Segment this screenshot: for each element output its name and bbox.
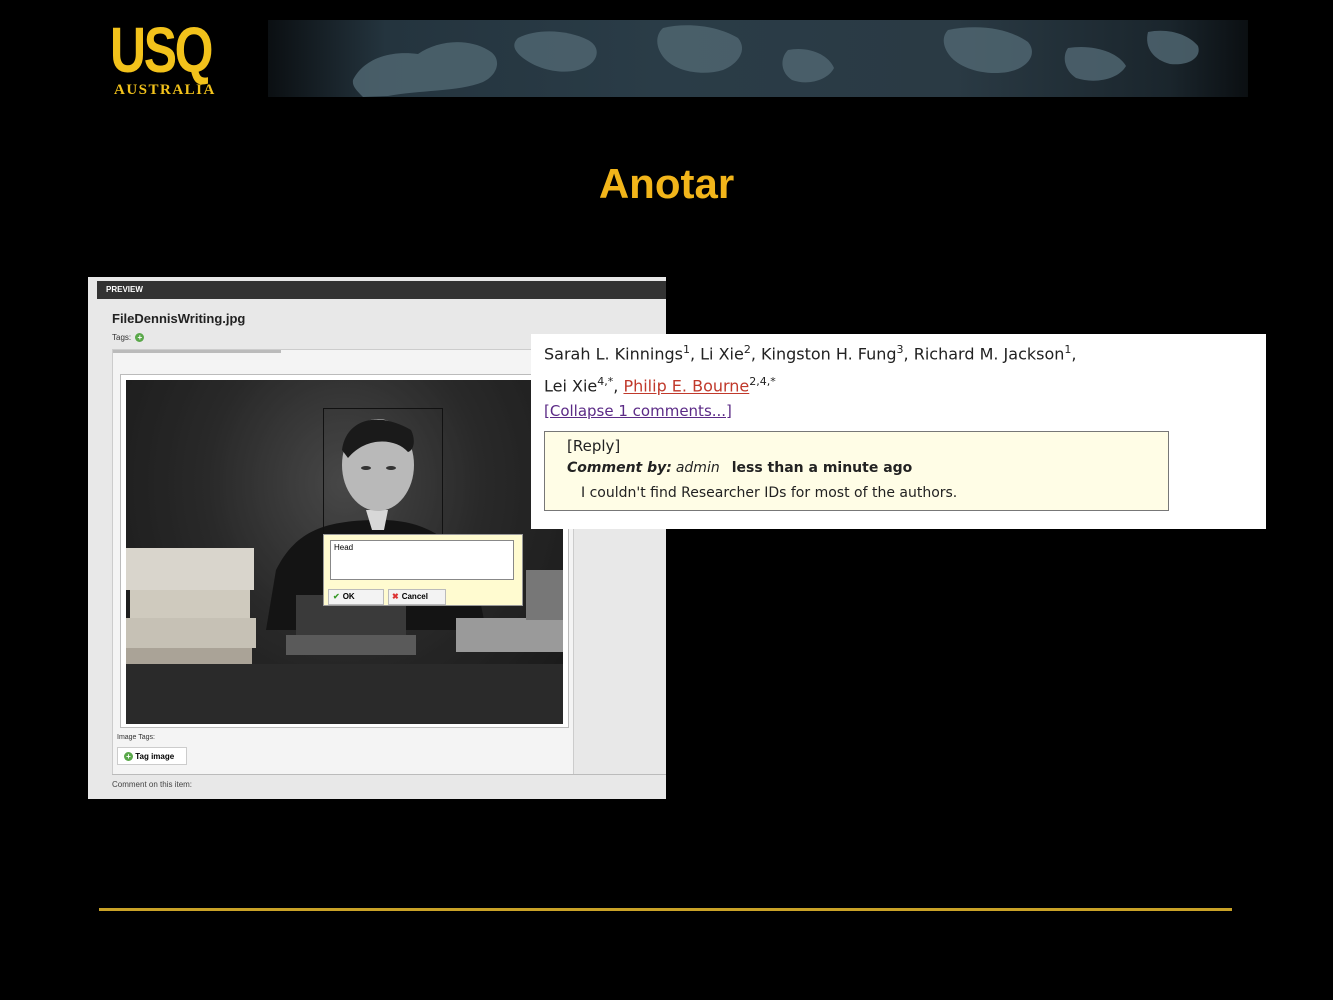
slide-title: Anotar: [598, 160, 735, 207]
comment-time: less than a minute ago: [731, 460, 913, 476]
tags-label: Tags:: [112, 333, 132, 342]
add-icon: +: [124, 752, 133, 762]
comment-by-label: Comment by:: [567, 460, 672, 476]
author-list: Sarah L. Kinnings1, Li Xie2, Kingston H.…: [544, 343, 1077, 396]
tags-row: Tags: +: [112, 333, 145, 343]
usq-logo: USQ AUSTRALIA: [110, 18, 222, 100]
comment-author: admin: [675, 460, 720, 476]
close-icon: ✖: [392, 592, 399, 601]
file-name: FileDennisWriting.jpg: [112, 311, 246, 326]
author-affiliation: 1: [1064, 343, 1072, 356]
image-panel: Head ✔ OK ✖ Cancel Image Tags: + Tag image: [112, 349, 574, 775]
check-icon: ✔: [333, 592, 340, 601]
author-name: Lei Xie: [544, 376, 598, 396]
ok-button[interactable]: ✔ OK: [328, 589, 384, 605]
comment-meta: Comment by: admin less than a minute ago: [567, 460, 912, 476]
tag-popup: Head ✔ OK ✖ Cancel: [323, 534, 523, 606]
collapse-comments-link[interactable]: [Collapse 1 comments...]: [544, 402, 732, 420]
author-name: Richard M. Jackson: [913, 344, 1065, 364]
divider: [112, 774, 666, 775]
reply-link[interactable]: [Reply]: [567, 437, 620, 455]
comment-label: Comment on this item:: [112, 780, 193, 789]
author-link[interactable]: Philip E. Bourne: [623, 377, 749, 396]
author-name: Li Xie: [700, 344, 744, 364]
paper-comment-screenshot: Sarah L. Kinnings1, Li Xie2, Kingston H.…: [531, 334, 1266, 529]
cancel-label: Cancel: [401, 592, 428, 601]
tag-image-label: Tag image: [135, 752, 175, 761]
logo-subtitle: AUSTRALIA: [114, 82, 216, 98]
author-affiliation: 1: [682, 343, 690, 356]
comment-box: [Reply] Comment by: admin less than a minu…: [544, 431, 1169, 511]
tag-text-input[interactable]: Head: [330, 540, 514, 580]
historic-photo: Head ✔ OK ✖ Cancel: [126, 380, 563, 724]
ok-label: OK: [342, 592, 355, 601]
tag-image-button[interactable]: + Tag image: [117, 747, 187, 765]
author-name: Kingston H. Fung: [761, 344, 897, 364]
author-affiliation: 2: [743, 343, 751, 356]
author-affiliation: 2,4,*: [749, 375, 776, 389]
image-tags-label: Image Tags:: [117, 734, 156, 741]
world-map-banner: [268, 20, 1248, 97]
logo-wordmark: USQ: [110, 14, 213, 86]
author-affiliation: 3: [896, 343, 904, 356]
add-tag-icon[interactable]: +: [135, 333, 145, 343]
comment-text: I couldn't find Researcher IDs for most …: [581, 485, 958, 501]
panel-tab-line: [113, 350, 281, 353]
footer-rule: [99, 908, 1232, 911]
annotation-region[interactable]: [323, 408, 443, 538]
author-name: Sarah L. Kinnings: [544, 344, 683, 364]
author-affiliation: 4,*: [597, 375, 614, 389]
image-frame: Head ✔ OK ✖ Cancel: [120, 374, 569, 728]
cancel-button[interactable]: ✖ Cancel: [388, 589, 446, 605]
preview-header: PREVIEW: [97, 281, 666, 299]
